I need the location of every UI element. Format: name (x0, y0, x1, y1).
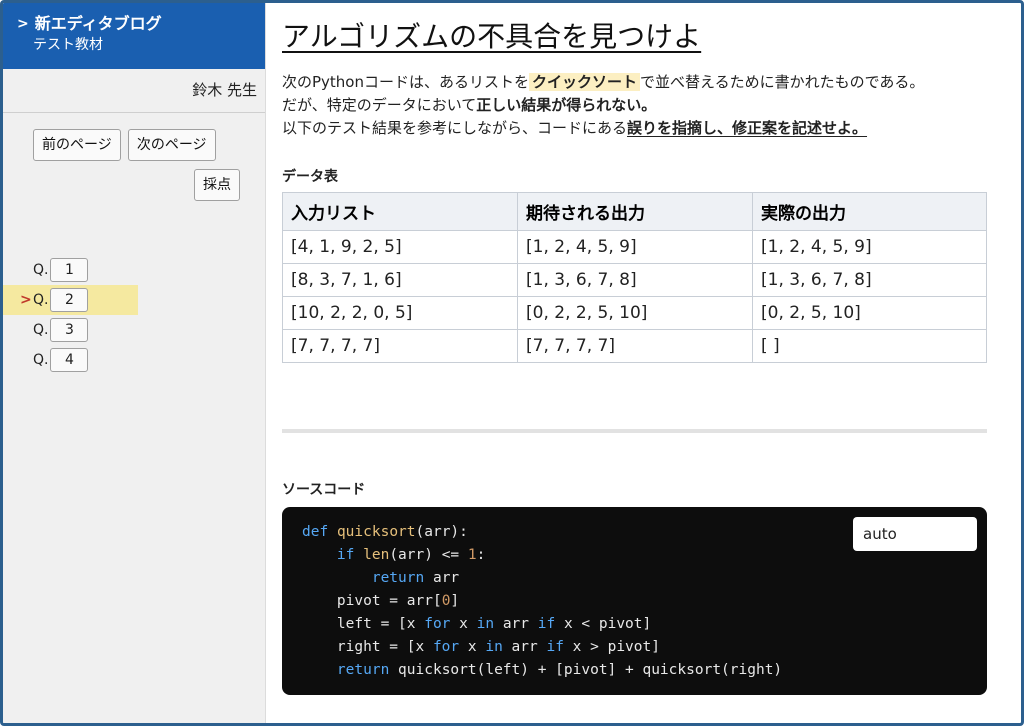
question-button-1[interactable]: 1 (50, 258, 89, 282)
main-content: アルゴリズムの不具合を見つけよ 次のPythonコードは、あるリストを クイックソ… (266, 3, 1021, 723)
teacher-name: 鈴木 先生 (3, 69, 265, 113)
table-cell: [1, 3, 6, 7, 8] (517, 263, 753, 297)
question-button-3[interactable]: 3 (50, 318, 89, 342)
question-item: Q. 1 (3, 255, 266, 285)
question-prefix: Q. (33, 322, 49, 338)
test-results-table: 入力リスト 期待される出力 実際の出力 [4, 1, 9, 2, 5] [1, … (282, 192, 987, 363)
question-button-4[interactable]: 4 (50, 348, 89, 372)
column-header-input: 入力リスト (282, 192, 518, 231)
current-marker-icon: > (20, 292, 32, 308)
code-block[interactable]: def quicksort(arr): if len(arr) <= 1: re… (282, 507, 987, 695)
table-row: [8, 3, 7, 1, 6] [1, 3, 6, 7, 8] [1, 3, 6… (282, 263, 987, 297)
table-cell: [ ] (752, 329, 987, 363)
page-nav: 前のページ 次のページ 採点 (3, 113, 265, 201)
table-label: データ表 (282, 169, 338, 185)
table-row: [4, 1, 9, 2, 5] [1, 2, 4, 5, 9] [1, 2, 4… (282, 230, 987, 264)
column-header-actual: 実際の出力 (752, 192, 987, 231)
desc-line-2: だが、特定のデータにおいて正しい結果が得られない。 (282, 96, 657, 114)
section-divider (282, 429, 987, 433)
table-cell: [1, 2, 4, 5, 9] (517, 230, 753, 264)
problem-description: 次のPythonコードは、あるリストを クイックソート で並べ替えるために書かれたも… (282, 71, 1005, 140)
code-label: ソースコード (282, 482, 366, 498)
question-list: Q. 1 > Q. 2 Q. 3 Q. 4 (3, 255, 266, 375)
sidebar: > 新エディタブログ テスト教材 鈴木 先生 前のページ 次のページ 採点 Q.… (3, 3, 266, 723)
table-cell: [7, 7, 7, 7] (282, 329, 518, 363)
chevron-right-icon: > (17, 16, 29, 32)
course-subtitle: テスト教材 (33, 37, 103, 53)
prev-page-button[interactable]: 前のページ (33, 129, 121, 161)
table-cell: [1, 2, 4, 5, 9] (752, 230, 987, 264)
table-cell: [1, 3, 6, 7, 8] (752, 263, 987, 297)
app-window: > 新エディタブログ テスト教材 鈴木 先生 前のページ 次のページ 採点 Q.… (0, 0, 1024, 726)
question-item: Q. 4 (3, 345, 266, 375)
page-title: アルゴリズムの不具合を見つけよ (282, 20, 702, 53)
question-item-active: > Q. 2 (3, 285, 138, 315)
question-prefix: Q. (33, 292, 49, 308)
table-cell: [0, 2, 2, 5, 10] (517, 296, 753, 330)
table-cell: [7, 7, 7, 7] (517, 329, 753, 363)
grade-button[interactable]: 採点 (194, 169, 240, 201)
next-page-button[interactable]: 次のページ (127, 129, 216, 161)
table-header-row: 入力リスト 期待される出力 実際の出力 (282, 192, 987, 231)
column-header-expected: 期待される出力 (517, 192, 753, 231)
highlight-term: クイックソート (529, 73, 641, 91)
question-button-2[interactable]: 2 (50, 288, 89, 312)
question-prefix: Q. (33, 262, 49, 278)
desc-line-3: 以下のテスト結果を参考にしながら、コードにある誤りを指摘し、修正案を記述せよ。 (282, 119, 868, 137)
question-item: Q. 3 (3, 315, 266, 345)
table-cell: [4, 1, 9, 2, 5] (282, 230, 518, 264)
table-cell: [0, 2, 5, 10] (752, 296, 987, 330)
language-select[interactable]: auto (853, 517, 977, 551)
table-row: [10, 2, 2, 0, 5] [0, 2, 2, 5, 10] [0, 2,… (282, 296, 987, 330)
desc-line-1: 次のPythonコードは、あるリストを クイックソート で並べ替えるために書かれたも… (282, 73, 925, 91)
question-prefix: Q. (33, 352, 49, 368)
table-cell: [8, 3, 7, 1, 6] (282, 263, 518, 297)
table-row: [7, 7, 7, 7] [7, 7, 7, 7] [ ] (282, 329, 987, 363)
sidebar-header[interactable]: > 新エディタブログ テスト教材 (3, 3, 265, 69)
table-cell: [10, 2, 2, 0, 5] (282, 296, 518, 330)
course-title: 新エディタブログ (34, 14, 162, 33)
